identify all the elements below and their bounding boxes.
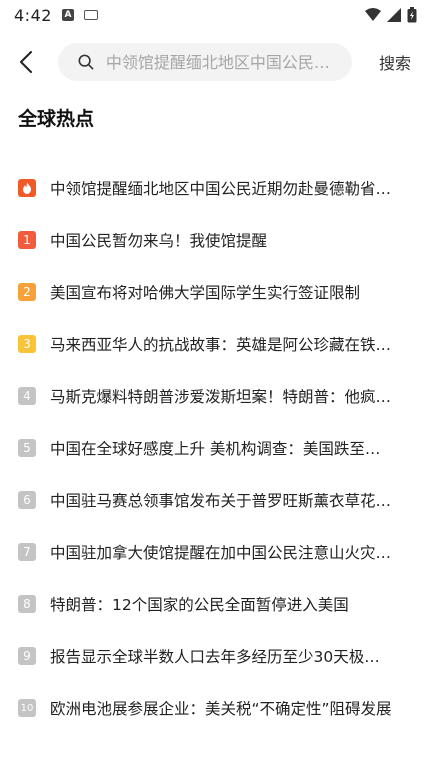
search-button[interactable]: 搜索 xyxy=(379,50,411,74)
status-bar: 4:42 A xyxy=(0,0,429,30)
rank-badge: 7 xyxy=(18,543,36,561)
hot-item-2[interactable]: 2 美国宣布将对哈佛大学国际学生实行签证限制 xyxy=(0,266,429,318)
hot-item-text: 欧洲电池展参展企业：美关税“不确定性”阻碍发展 xyxy=(50,700,392,718)
hot-item-text: 马来西亚华人的抗战故事：英雄是阿公珍藏在铁… xyxy=(50,336,392,354)
hot-item-8[interactable]: 8 特朗普：12个国家的公民全面暂停进入美国 xyxy=(0,578,429,630)
battery-charging-icon xyxy=(407,7,417,23)
hot-item-9[interactable]: 9 报告显示全球半数人口去年多经历至少30天极… xyxy=(0,630,429,682)
fire-icon xyxy=(18,179,36,197)
rank-badge: 6 xyxy=(18,491,36,509)
keyboard-icon xyxy=(83,10,98,20)
hot-item-5[interactable]: 5 中国在全球好感度上升 美机构调查：美国跌至… xyxy=(0,422,429,474)
hot-item-text: 美国宣布将对哈佛大学国际学生实行签证限制 xyxy=(50,284,361,302)
hot-item-text: 中国驻马赛总领事馆发布关于普罗旺斯薰衣草花… xyxy=(50,492,392,510)
search-input[interactable] xyxy=(103,51,338,73)
rank-badge: 3 xyxy=(18,335,36,353)
hot-item-1[interactable]: 1 中国公民暂勿来乌！我使馆提醒 xyxy=(0,214,429,266)
back-arrow-icon xyxy=(20,51,32,73)
hot-item-text: 中领馆提醒缅北地区中国公民近期勿赴曼德勒省… xyxy=(50,180,392,198)
hot-item-6[interactable]: 6 中国驻马赛总领事馆发布关于普罗旺斯薰衣草花… xyxy=(0,474,429,526)
hot-item-text: 特朗普：12个国家的公民全面暂停进入美国 xyxy=(50,596,349,614)
notification-a-icon: A xyxy=(61,9,74,21)
hot-item-text: 马斯克爆料特朗普涉爱泼斯坦案！特朗普：他疯… xyxy=(50,388,392,406)
hot-item-7[interactable]: 7 中国驻加拿大使馆提醒在加中国公民注意山火灾… xyxy=(0,526,429,578)
hot-item-4[interactable]: 4 马斯克爆料特朗普涉爱泼斯坦案！特朗普：他疯… xyxy=(0,370,429,422)
back-button[interactable] xyxy=(0,42,52,82)
hot-list: 中领馆提醒缅北地区中国公民近期勿赴曼德勒省… 1 中国公民暂勿来乌！我使馆提醒 … xyxy=(0,162,429,734)
section-title: 全球热点 xyxy=(18,108,95,130)
hot-item-3[interactable]: 3 马来西亚华人的抗战故事：英雄是阿公珍藏在铁… xyxy=(0,318,429,370)
hot-item-text: 中国驻加拿大使馆提醒在加中国公民注意山火灾… xyxy=(50,544,392,562)
rank-badge: 1 xyxy=(18,231,36,249)
rank-badge: 2 xyxy=(18,283,36,301)
search-icon xyxy=(78,54,94,70)
rank-badge: 10 xyxy=(18,699,36,717)
rank-badge: 9 xyxy=(18,647,36,665)
hot-item-10[interactable]: 10 欧洲电池展参展企业：美关税“不确定性”阻碍发展 xyxy=(0,682,429,734)
rank-badge: 8 xyxy=(18,595,36,613)
status-time: 4:42 xyxy=(14,5,52,25)
search-header: 搜索 xyxy=(0,42,429,82)
hot-item-text: 报告显示全球半数人口去年多经历至少30天极… xyxy=(50,648,380,666)
signal-icon xyxy=(387,8,401,22)
search-box[interactable] xyxy=(58,43,352,81)
hot-item-text: 中国在全球好感度上升 美机构调查：美国跌至… xyxy=(50,440,381,458)
hot-item-top[interactable]: 中领馆提醒缅北地区中国公民近期勿赴曼德勒省… xyxy=(0,162,429,214)
hot-item-text: 中国公民暂勿来乌！我使馆提醒 xyxy=(50,232,268,250)
rank-badge: 4 xyxy=(18,387,36,405)
rank-badge: 5 xyxy=(18,439,36,457)
wifi-icon xyxy=(365,8,381,22)
